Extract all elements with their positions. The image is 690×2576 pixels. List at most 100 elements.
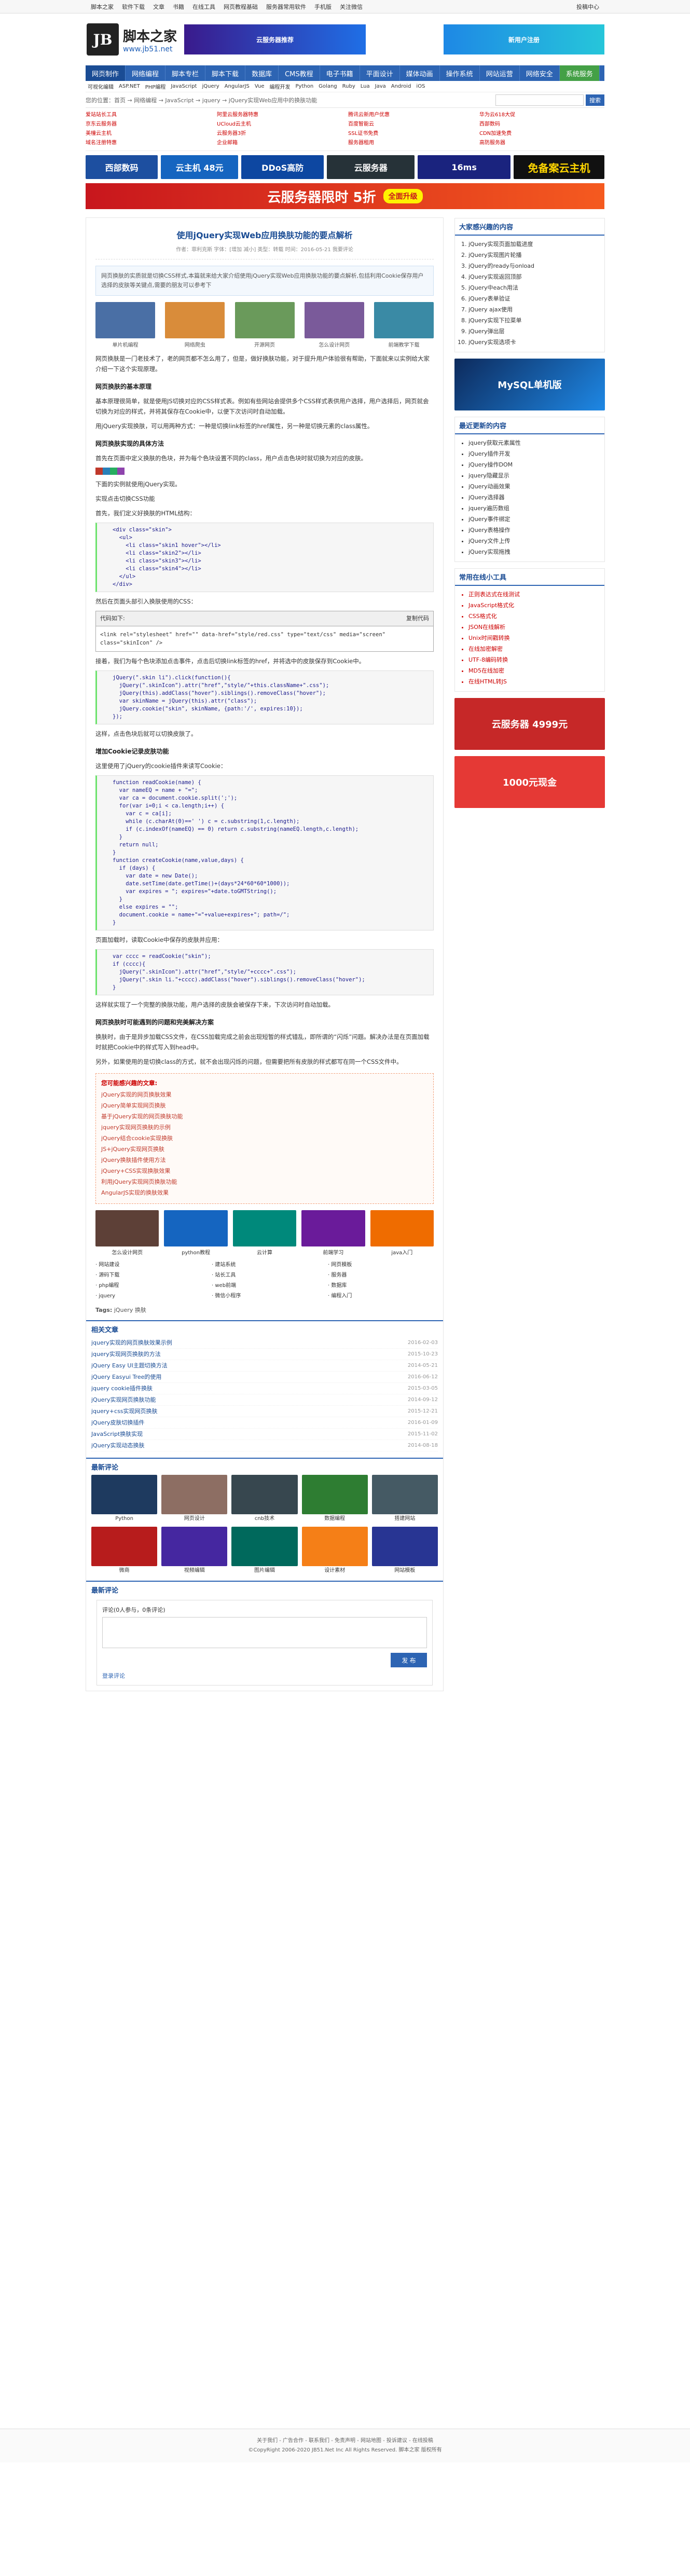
hot-item[interactable]: 网页设计 [161, 1475, 228, 1523]
top-link[interactable]: 在线工具 [192, 3, 215, 11]
related-link[interactable]: jQuery结合cookie实现换肤 [101, 1133, 428, 1144]
hot-item[interactable]: 图片编辑 [231, 1527, 298, 1574]
sidebar-link[interactable]: jQuery表格操作 [468, 525, 600, 536]
ad-link[interactable]: 百度智能云 [348, 120, 473, 129]
subnav-link[interactable]: 可视化编辑 [88, 83, 114, 90]
subnav-link[interactable]: PHP编程 [145, 83, 166, 90]
sidebar-link[interactable]: jQuery实现拖拽 [468, 546, 600, 557]
sidebar-tool-link[interactable]: JSON在线解析 [468, 622, 600, 633]
login-link[interactable]: 登录评论 [102, 1667, 427, 1680]
hot-item[interactable]: 网站模板 [371, 1527, 438, 1574]
related-thumb[interactable]: 怎么设计网页 [95, 1210, 159, 1256]
ad-link[interactable]: SSL证书免费 [348, 130, 473, 138]
related-link[interactable]: JS+jQuery实现网页换肤 [101, 1144, 428, 1155]
nav-item[interactable]: 系统服务 [559, 65, 600, 81]
ad-link[interactable]: 西部数码 [479, 120, 604, 129]
related-article-item[interactable]: jQuery实现网页换肤功能 2014-09-12 [91, 1394, 438, 1406]
subnav-link[interactable]: 编程开发 [270, 83, 291, 90]
nav-item[interactable]: 媒体动画 [400, 65, 440, 81]
hot-item[interactable]: 数据编程 [301, 1475, 368, 1523]
topic-thumb[interactable]: 单片机编程 [95, 302, 155, 348]
submit-link[interactable]: 投稿中心 [576, 4, 599, 10]
ad-west[interactable]: 西部数码 [86, 155, 158, 179]
keyword-link[interactable]: · 网页模板 [328, 1261, 434, 1269]
nav-item[interactable]: 网络编程 [126, 65, 166, 81]
sidebar-link[interactable]: jQuery实现图片轮播 [468, 250, 600, 261]
top-link[interactable]: 手机版 [314, 3, 332, 11]
sidebar-ad-mysql[interactable]: MySQL单机版 [454, 359, 605, 410]
related-article-title[interactable]: jQuery皮肤切换插件 [91, 1417, 145, 1428]
subnav-link[interactable]: JavaScript [171, 84, 197, 89]
hot-item[interactable]: 微商 [91, 1527, 158, 1574]
related-link[interactable]: jQuery+CSS实现换肤效果 [101, 1166, 428, 1176]
sidebar-link[interactable]: jQuery操作DOM [468, 459, 600, 470]
sidebar-link[interactable]: jQuery弹出层 [468, 326, 600, 337]
ad-link[interactable]: 美橦云主机 [86, 130, 211, 138]
related-link[interactable]: 利用jQuery实现网页换肤功能 [101, 1176, 428, 1187]
hot-item[interactable]: 搭建网站 [371, 1475, 438, 1523]
subnav-link[interactable]: Ruby [342, 84, 355, 89]
related-article-item[interactable]: jQuery Easyui Tree的使用 2016-06-12 [91, 1372, 438, 1383]
related-thumb[interactable]: python教程 [164, 1210, 228, 1256]
nav-item[interactable]: 电子书籍 [320, 65, 360, 81]
related-article-title[interactable]: jQuery Easy UI主题切换方法 [91, 1360, 168, 1371]
ad-nofiling[interactable]: 免备案云主机 [514, 155, 604, 179]
sidebar-link[interactable]: jQuery实现返回顶部 [468, 271, 600, 282]
sidebar-link[interactable]: jQuery中each用法 [468, 282, 600, 293]
logo[interactable]: JB 脚本之家 www.jb51.net [87, 23, 177, 56]
sidebar-tool-link[interactable]: MD5在线加密 [468, 665, 600, 676]
subnav-link[interactable]: ASP.NET [119, 84, 140, 89]
related-link[interactable]: AngularJS实现的换肤效果 [101, 1187, 428, 1198]
ad-link[interactable]: 腾讯云新用户优惠 [348, 111, 473, 119]
keyword-link[interactable]: · 编程入门 [328, 1292, 434, 1300]
sidebar-tool-link[interactable]: JavaScript格式化 [468, 600, 600, 611]
top-link[interactable]: 脚本之家 [91, 3, 114, 11]
subnav-link[interactable]: jQuery [202, 84, 219, 89]
ad-link[interactable]: 服务器租用 [348, 139, 473, 147]
topic-thumb[interactable]: 前端教学下载 [374, 302, 434, 348]
keyword-link[interactable]: · 站长工具 [212, 1271, 318, 1280]
hot-item[interactable]: 设计素材 [301, 1527, 368, 1574]
header-ad-2[interactable]: 新用户注册 [444, 24, 604, 54]
top-link[interactable]: 软件下载 [122, 3, 145, 11]
top-link[interactable]: 服务器常用软件 [266, 3, 306, 11]
sidebar-tool-link[interactable]: 正则表达式在线测试 [468, 589, 600, 600]
ad-link[interactable]: UCloud云主机 [217, 120, 342, 129]
related-article-title[interactable]: jQuery Easyui Tree的使用 [91, 1372, 161, 1382]
related-article-item[interactable]: jquery+css实现网页换肤 2015-12-21 [91, 1406, 438, 1417]
big-banner-ad[interactable]: 云服务器限时 5折 全面升级 [86, 183, 604, 209]
sidebar-link[interactable]: jQuery实现选项卡 [468, 337, 600, 348]
related-article-item[interactable]: jQuery Easy UI主题切换方法 2014-05-21 [91, 1360, 438, 1372]
ad-link[interactable]: 高防服务器 [479, 139, 604, 147]
related-article-title[interactable]: JavaScript换肤实现 [91, 1429, 143, 1440]
hot-item[interactable]: cnb技术 [231, 1475, 298, 1523]
subnav-link[interactable]: Golang [319, 84, 337, 89]
nav-item[interactable]: 数据库 [245, 65, 279, 81]
header-ad-1[interactable]: 云服务器推荐 [184, 24, 366, 54]
subnav-link[interactable]: iOS [416, 84, 425, 89]
ad-ddos[interactable]: DDoS高防 [241, 155, 324, 179]
sidebar-link[interactable]: jQuery实现下拉菜单 [468, 315, 600, 326]
subnav-link[interactable]: Android [391, 84, 411, 89]
ad-link[interactable]: 京东云服务器 [86, 120, 211, 129]
nav-item[interactable]: 平面设计 [360, 65, 400, 81]
ad-cloud-host[interactable]: 云主机 48元 [161, 155, 239, 179]
related-thumb[interactable]: 云计算 [232, 1210, 297, 1256]
ad-link[interactable]: 阿里云服务器特惠 [217, 111, 342, 119]
search-input[interactable] [495, 94, 584, 106]
related-link[interactable]: jQuery换肤插件使用方法 [101, 1155, 428, 1166]
ad-link[interactable]: 华为云618大促 [479, 111, 604, 119]
subnav-link[interactable]: Python [296, 84, 314, 89]
footer-links[interactable]: 关于我们 - 广告合作 - 联系我们 - 免责声明 - 网站地图 - 投诉建议 … [0, 2436, 690, 2446]
related-article-title[interactable]: jquery实现网页换肤的方法 [91, 1349, 161, 1360]
related-link[interactable]: jquery实现网页换肤的示例 [101, 1122, 428, 1133]
nav-item[interactable]: CMS教程 [279, 65, 320, 81]
copy-code-button[interactable]: 复制代码 [406, 613, 429, 624]
tags[interactable]: jQuery 换肤 [114, 1307, 146, 1313]
keyword-link[interactable]: · 网站建设 [95, 1261, 201, 1269]
keyword-link[interactable]: · web前端 [212, 1282, 318, 1290]
related-thumb[interactable]: java入门 [370, 1210, 434, 1256]
nav-item[interactable]: 脚本下载 [205, 65, 246, 81]
related-article-item[interactable]: jQuery皮肤切换插件 2016-01-09 [91, 1417, 438, 1429]
top-link[interactable]: 文章 [153, 3, 164, 11]
